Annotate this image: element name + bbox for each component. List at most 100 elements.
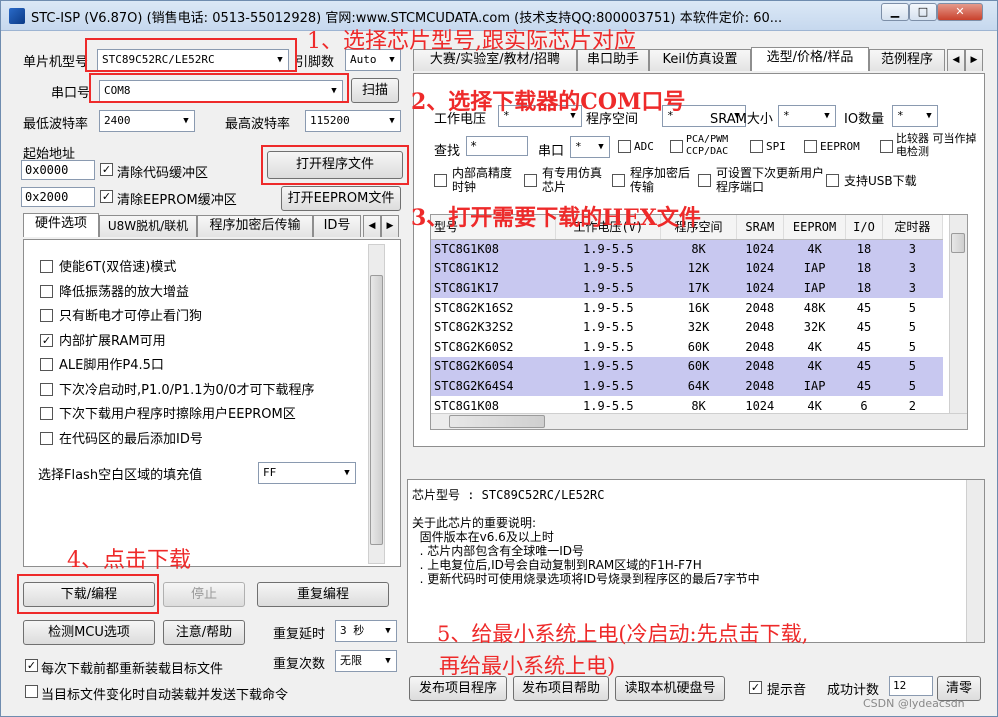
code-addr-input[interactable]: 0x0000: [21, 160, 95, 180]
annotation-step5-line2: 再给最小系统上电): [439, 654, 616, 678]
table-row[interactable]: STC8G1K12 1.9-5.5 12K 1024 IAP 18 3: [431, 258, 943, 279]
option-checkbox[interactable]: [40, 260, 53, 273]
tab-encrypt[interactable]: 程序加密后传输: [197, 215, 313, 237]
pca-checkbox[interactable]: [670, 140, 683, 153]
clear-eeprom-checkbox[interactable]: ✓: [100, 190, 113, 203]
publish-help-button[interactable]: 发布项目帮助: [513, 676, 609, 701]
tab-selection[interactable]: 选型/价格/样品: [751, 47, 869, 71]
auto-send-checkbox[interactable]: [25, 685, 38, 698]
hardware-option[interactable]: ✓ 内部扩展RAM可用: [40, 330, 166, 349]
hardware-option[interactable]: 在代码区的最后添加ID号: [40, 428, 203, 447]
sram-label: SRAM大小: [710, 112, 773, 127]
tab-scroll-right-icon[interactable]: ▶: [381, 215, 399, 237]
tab-keil[interactable]: Keil仿真设置: [649, 49, 751, 71]
io-select[interactable]: * ▼: [892, 105, 938, 127]
maximize-button[interactable]: □: [909, 3, 937, 21]
hardware-option[interactable]: 下次下载用户程序时擦除用户EEPROM区: [40, 403, 296, 422]
tab-scroll-left-icon[interactable]: ◀: [947, 49, 965, 71]
max-baud-select[interactable]: 115200 ▼: [305, 110, 401, 132]
auto-send-label: 当目标文件变化时自动装载并发送下载命令: [41, 688, 289, 703]
eeprom-checkbox[interactable]: [804, 140, 817, 153]
info-scrollbar[interactable]: [966, 480, 984, 642]
tab-examples[interactable]: 范例程序: [869, 49, 945, 71]
hardware-option[interactable]: 下次冷启动时,P1.0/P1.1为0/0才可下载程序: [40, 379, 314, 398]
table-header[interactable]: 定时器: [882, 215, 944, 240]
repeat-count-select[interactable]: 无限 ▼: [335, 650, 397, 672]
table-cell: 2048: [745, 339, 775, 354]
table-row[interactable]: STC8G1K17 1.9-5.5 17K 1024 IAP 18 3: [431, 278, 943, 298]
usb-checkbox[interactable]: [826, 174, 839, 187]
pca-label: PCA/PWM CCP/DAC: [686, 134, 729, 157]
minimize-button[interactable]: ▁: [881, 3, 909, 21]
encrypt-checkbox[interactable]: [612, 174, 625, 187]
settable-checkbox[interactable]: [698, 174, 711, 187]
table-scrollbar-h[interactable]: [431, 413, 967, 429]
close-button[interactable]: ✕: [937, 3, 983, 21]
publish-program-button[interactable]: 发布项目程序: [409, 676, 507, 701]
encrypt-label: 程序加密后传输: [630, 166, 691, 194]
option-checkbox[interactable]: [40, 382, 53, 396]
table-cell: 64K: [687, 378, 710, 393]
table-cell: 17K: [687, 280, 710, 295]
table-row[interactable]: STC8G2K32S2 1.9-5.5 32K 2048 32K 45 5: [431, 317, 943, 337]
reload-checkbox[interactable]: ✓: [25, 659, 38, 672]
chevron-down-icon: ▼: [926, 111, 932, 121]
beep-checkbox[interactable]: ✓: [749, 681, 762, 694]
uart-select[interactable]: * ▼: [570, 136, 610, 158]
emu-checkbox[interactable]: [524, 174, 537, 187]
detect-mcu-button[interactable]: 检测MCU选项: [23, 620, 155, 645]
option-checkbox[interactable]: [40, 358, 53, 371]
table-scroll-thumb-h[interactable]: [449, 415, 545, 428]
options-scrollbar[interactable]: [368, 244, 385, 564]
sram-select[interactable]: * ▼: [778, 105, 836, 127]
table-scrollbar-v[interactable]: [949, 215, 967, 413]
help-button[interactable]: 注意/帮助: [163, 620, 245, 645]
reprogram-button[interactable]: 重复编程: [257, 582, 389, 607]
options-scroll-thumb[interactable]: [370, 275, 383, 545]
table-row[interactable]: STC8G2K16S2 1.9-5.5 16K 2048 48K 45 5: [431, 298, 943, 318]
hirc-checkbox[interactable]: [434, 174, 447, 187]
option-checkbox[interactable]: [40, 431, 53, 445]
repeat-count-label: 重复次数: [273, 657, 326, 672]
repeat-delay-label: 重复延时: [273, 627, 326, 642]
eeprom-addr-input[interactable]: 0x2000: [21, 187, 95, 207]
read-disk-button[interactable]: 读取本机硬盘号: [615, 676, 725, 701]
hardware-option[interactable]: ALE脚用作P4.5口: [40, 354, 164, 373]
beep-label: 提示音: [767, 683, 807, 698]
tab-scroll-right-icon[interactable]: ▶: [965, 49, 983, 71]
tab-u8w[interactable]: U8W脱机/联机: [99, 215, 197, 237]
tab-id[interactable]: ID号: [313, 215, 361, 237]
table-header[interactable]: I/O: [845, 215, 883, 240]
scan-button[interactable]: 扫描: [351, 78, 399, 103]
adc-checkbox[interactable]: [618, 140, 631, 153]
table-row[interactable]: STC8G2K64S4 1.9-5.5 64K 2048 IAP 45 5: [431, 376, 943, 396]
clear-code-checkbox[interactable]: ✓: [100, 163, 113, 176]
table-row[interactable]: STC8G1K08 1.9-5.5 8K 1024 4K 18 3: [431, 239, 943, 259]
option-checkbox[interactable]: [40, 284, 53, 298]
open-eeprom-button[interactable]: 打开EEPROM文件: [281, 186, 401, 211]
option-checkbox[interactable]: ✓: [40, 333, 53, 347]
comparator-checkbox[interactable]: [880, 140, 893, 153]
search-input[interactable]: *: [466, 136, 528, 156]
option-checkbox[interactable]: [40, 309, 53, 322]
spi-checkbox[interactable]: [750, 140, 763, 153]
table-cell: 60K: [687, 339, 710, 354]
option-checkbox[interactable]: [40, 407, 53, 420]
hardware-option[interactable]: 降低振荡器的放大增益: [40, 281, 189, 300]
table-scroll-thumb-v[interactable]: [951, 233, 965, 253]
table-cell: 45: [856, 320, 872, 335]
port-label: 串口号: [51, 86, 91, 101]
table-header[interactable]: EEPROM: [783, 215, 847, 240]
tab-hardware[interactable]: 硬件选项: [23, 213, 99, 237]
tab-scroll-left-icon[interactable]: ◀: [363, 215, 381, 237]
hardware-option[interactable]: 使能6T(双倍速)模式: [40, 256, 176, 275]
fill-select[interactable]: FF ▼: [258, 462, 356, 484]
table-row[interactable]: STC8G2K60S2 1.9-5.5 60K 2048 4K 45 5: [431, 337, 943, 357]
stop-button[interactable]: 停止: [163, 582, 245, 607]
table-row[interactable]: STC8G2K60S4 1.9-5.5 60K 2048 4K 45 5: [431, 356, 943, 377]
repeat-delay-select[interactable]: 3 秒 ▼: [335, 620, 397, 642]
watermark: CSDN @lydeacsdn: [863, 697, 965, 710]
hardware-option[interactable]: 只有断电才可停止看门狗: [40, 305, 202, 324]
min-baud-select[interactable]: 2400 ▼: [99, 110, 195, 132]
table-header[interactable]: SRAM: [736, 215, 784, 240]
